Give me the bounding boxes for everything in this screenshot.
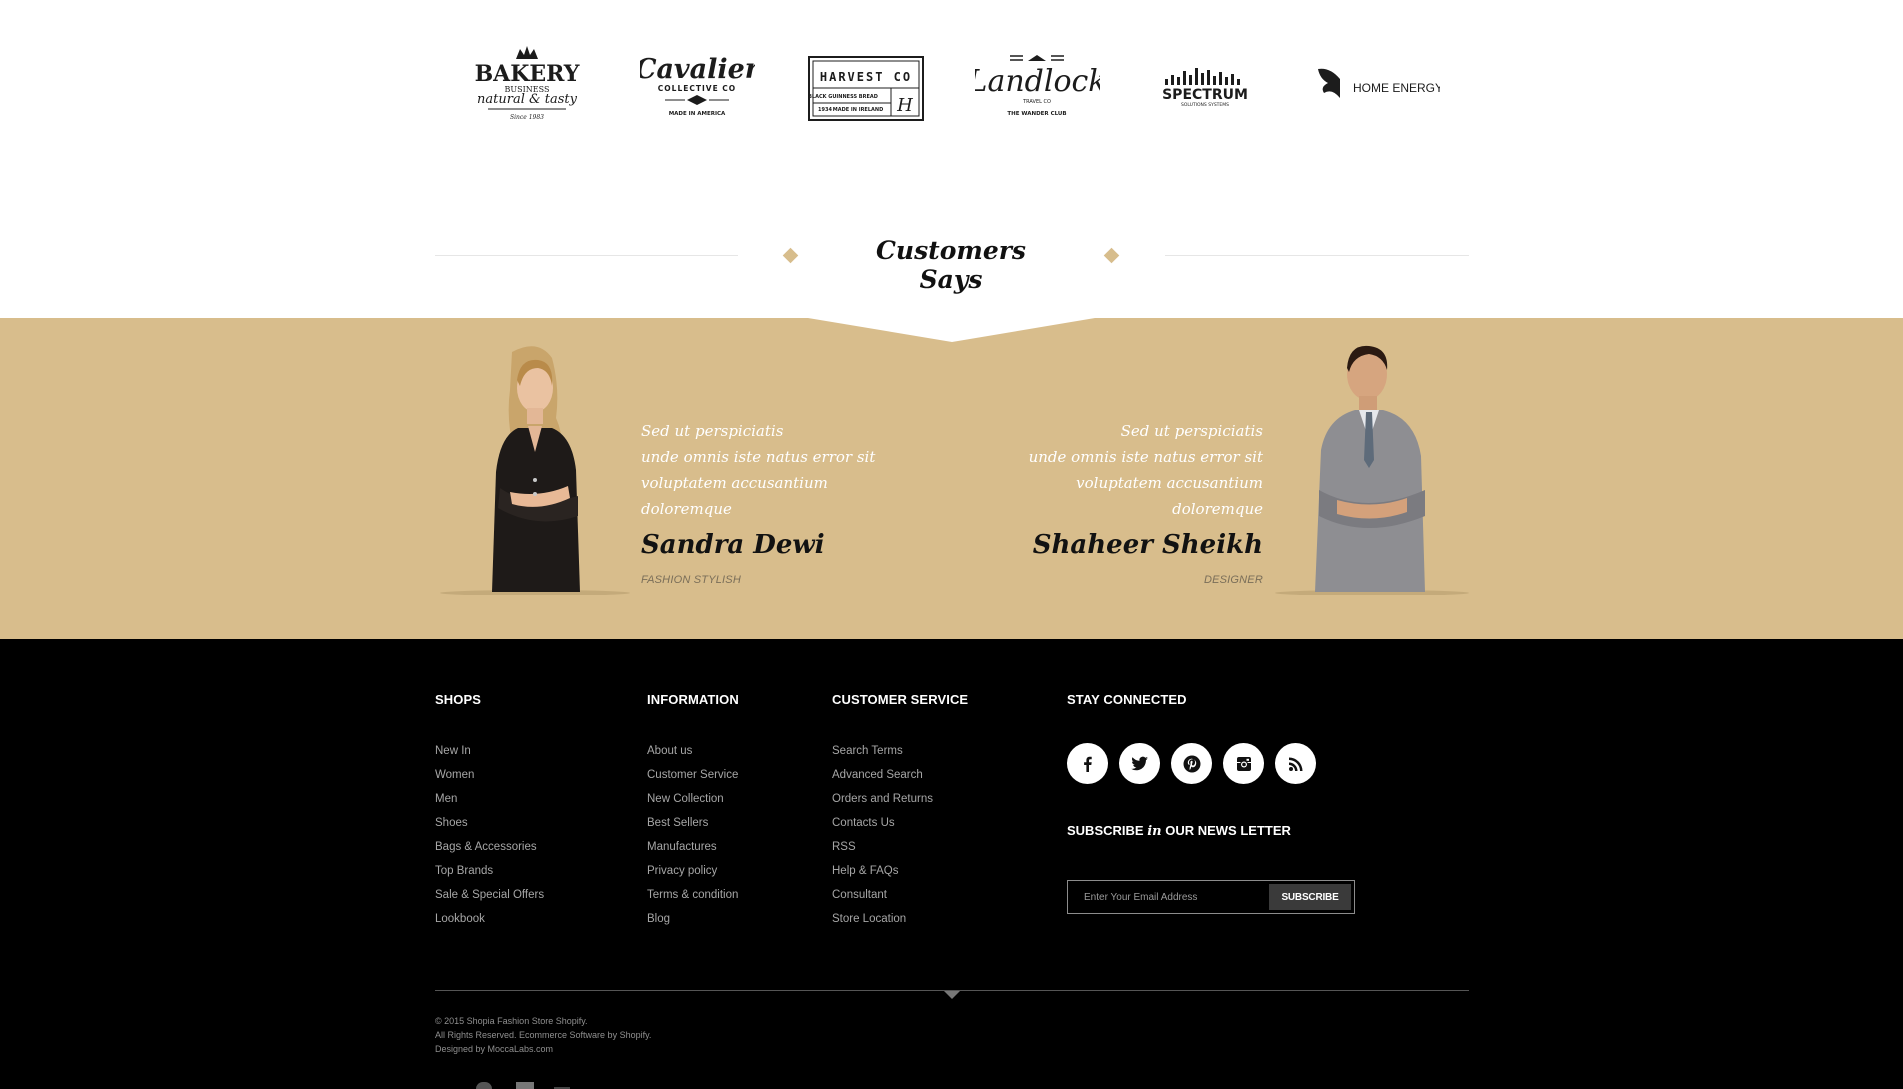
footer-link[interactable]: Lookbook <box>435 910 544 934</box>
testimonial-quote-1: Sed ut perspiciatis unde omnis iste natu… <box>641 422 876 518</box>
svg-text:HARVEST CO: HARVEST CO <box>820 70 912 84</box>
footer-link[interactable]: Best Sellers <box>647 814 738 838</box>
footer-link[interactable]: Advanced Search <box>832 766 933 790</box>
footer-heading-customer-service: CUSTOMER SERVICE <box>832 692 969 707</box>
footer-link[interactable]: Customer Service <box>647 766 738 790</box>
testimonial-quote-2: Sed ut perspiciatis unde omnis iste natu… <box>1028 422 1263 518</box>
svg-text:natural & tasty: natural & tasty <box>477 92 578 107</box>
brand-logo-landlock[interactable]: Landlock TRAVEL CO THE WANDER CLUB <box>975 40 1100 135</box>
brand-logo-bakery[interactable]: BAKERY BUSINESS natural & tasty Since 19… <box>470 40 585 135</box>
footer-link[interactable]: Store Location <box>832 910 933 934</box>
footer-link[interactable]: Consultant <box>832 886 933 910</box>
svg-text:BLACK GUINNESS BREAD: BLACK GUINNESS BREAD <box>808 94 878 100</box>
payment-icon-mastercard <box>476 1082 492 1089</box>
copyright-line-2: All Rights Reserved. Ecommerce Software … <box>435 1030 652 1040</box>
footer-heading-stay-connected: STAY CONNECTED <box>1067 692 1187 707</box>
section-title: Customers Says <box>876 236 1026 294</box>
subscribe-button[interactable]: SUBSCRIBE <box>1269 884 1351 910</box>
band-notch <box>808 318 1095 342</box>
footer-link[interactable]: Shoes <box>435 814 544 838</box>
testimonial-role-1: FASHION STYLISH <box>641 574 741 586</box>
footer-links-shops: New In Women Men Shoes Bags & Accessorie… <box>435 742 544 934</box>
pinterest-icon[interactable] <box>1171 743 1212 784</box>
svg-text:H: H <box>896 95 913 116</box>
instagram-icon[interactable] <box>1223 743 1264 784</box>
testimonial-role-2: DESIGNER <box>1203 574 1263 586</box>
svg-text:MADE IN IRELAND: MADE IN IRELAND <box>833 107 883 113</box>
newsletter-heading: SUBSCRIBE in OUR NEWS LETTER <box>1067 823 1291 839</box>
email-field[interactable] <box>1074 884 1294 910</box>
diamond-ornament-right <box>1103 247 1120 264</box>
svg-text:COLLECTIVE CO: COLLECTIVE CO <box>658 84 736 93</box>
footer-heading-information: INFORMATION <box>647 692 739 707</box>
brand-logo-cavalier[interactable]: Cavalier COLLECTIVE CO MADE IN AMERICA <box>640 40 755 135</box>
footer-link[interactable]: RSS <box>832 838 933 862</box>
svg-text:Landlock: Landlock <box>975 64 1100 99</box>
svg-text:SPECTRUM: SPECTRUM <box>1162 87 1248 103</box>
footer-link[interactable]: Manufactures <box>647 838 738 862</box>
footer-link[interactable]: Privacy policy <box>647 862 738 886</box>
social-links <box>1067 743 1316 784</box>
twitter-icon[interactable] <box>1119 743 1160 784</box>
brand-logo-harvest-co[interactable]: HARVEST CO BLACK GUINNESS BREAD 1934 MAD… <box>806 40 926 135</box>
footer-link[interactable]: New In <box>435 742 544 766</box>
footer-links-customer-service: Search Terms Advanced Search Orders and … <box>832 742 933 934</box>
customer-photo-shaheer <box>1275 345 1469 595</box>
customer-photo-sandra <box>440 346 630 595</box>
svg-text:Since 1983: Since 1983 <box>510 114 544 121</box>
svg-text:Cavalier: Cavalier <box>640 54 755 85</box>
footer-link[interactable]: Contacts Us <box>832 814 933 838</box>
testimonial-name-2: Shaheer Sheikh <box>1032 530 1263 560</box>
svg-text:SOLUTIONS SYSTEMS: SOLUTIONS SYSTEMS <box>1181 102 1229 108</box>
svg-text:1934: 1934 <box>818 107 832 113</box>
footer-link[interactable]: Sale & Special Offers <box>435 886 544 910</box>
payment-icon-card <box>516 1082 534 1089</box>
title-divider-right <box>1165 255 1469 256</box>
rss-icon[interactable] <box>1275 743 1316 784</box>
footer-link[interactable]: Blog <box>647 910 738 934</box>
footer-heading-shops: SHOPS <box>435 692 482 707</box>
brand-name: BAKERY <box>475 61 580 87</box>
testimonials-band <box>0 318 1903 639</box>
title-divider-left <box>435 255 738 256</box>
footer-link[interactable]: Top Brands <box>435 862 544 886</box>
copyright-line-1: © 2015 Shopia Fashion Store Shopify. <box>435 1016 588 1026</box>
diamond-ornament-left <box>782 247 799 264</box>
svg-text:HOME ENERGY: HOME ENERGY <box>1353 81 1440 95</box>
footer-divider-arrow-icon <box>944 991 960 999</box>
svg-text:THE WANDER CLUB: THE WANDER CLUB <box>1007 111 1066 117</box>
testimonial-name-1: Sandra Dewi <box>641 530 825 560</box>
svg-text:MADE IN AMERICA: MADE IN AMERICA <box>669 111 726 117</box>
footer-link[interactable]: Search Terms <box>832 742 933 766</box>
footer-link[interactable]: Orders and Returns <box>832 790 933 814</box>
brand-logo-home-energy[interactable]: HOME ENERGY <box>1310 40 1440 135</box>
facebook-icon[interactable] <box>1067 743 1108 784</box>
footer-link[interactable]: Bags & Accessories <box>435 838 544 862</box>
copyright-line-3: Designed by MoccaLabs.com <box>435 1044 554 1054</box>
footer-links-information: About us Customer Service New Collection… <box>647 742 738 934</box>
newsletter-form: SUBSCRIBE <box>1067 880 1355 914</box>
footer-link[interactable]: Men <box>435 790 544 814</box>
footer-link[interactable]: New Collection <box>647 790 738 814</box>
footer-link[interactable]: Terms & condition <box>647 886 738 910</box>
footer-link[interactable]: About us <box>647 742 738 766</box>
footer-link[interactable]: Women <box>435 766 544 790</box>
svg-text:TRAVEL CO: TRAVEL CO <box>1022 99 1051 105</box>
brand-logo-spectrum[interactable]: SPECTRUM SOLUTIONS SYSTEMS <box>1150 40 1260 135</box>
footer-link[interactable]: Help & FAQs <box>832 862 933 886</box>
